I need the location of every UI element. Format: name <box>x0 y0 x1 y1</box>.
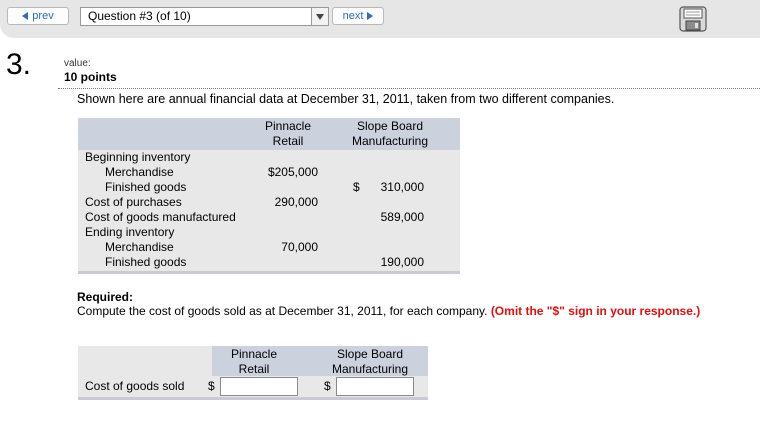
prev-button-label: prev <box>32 10 54 22</box>
next-button[interactable]: next <box>332 7 384 25</box>
value-label: value: <box>64 58 91 69</box>
question-select-value: Question #3 (of 10) <box>88 9 191 23</box>
question-select[interactable]: Question #3 (of 10) <box>80 7 329 26</box>
cell-value: 310,000 <box>380 180 424 194</box>
row-label: Cost of goods manufactured <box>85 210 236 224</box>
required-text: Compute the cost of goods sold as at Dec… <box>77 304 488 318</box>
dollar-sign: $ <box>324 379 331 393</box>
required-instructions: Compute the cost of goods sold as at Dec… <box>77 304 727 318</box>
col-header-slope-board: Slope Board Manufacturing <box>351 119 429 148</box>
row-label: Merchandise <box>105 240 174 254</box>
answer-row-label: Cost of goods sold <box>85 379 185 393</box>
left-arrow-icon <box>22 12 29 20</box>
required-note: (Omit the "$" sign in your response.) <box>490 304 701 318</box>
next-button-label: next <box>342 10 364 22</box>
row-label: Beginning inventory <box>85 150 191 164</box>
row-label: Finished goods <box>105 255 187 269</box>
answer-table: Pinnacle Retail Slope Board Manufacturing … <box>78 346 428 400</box>
table-footer-rule <box>78 271 460 274</box>
question-intro: Shown here are annual financial data at … <box>77 92 615 106</box>
row-label: Ending inventory <box>85 225 175 239</box>
required-heading: Required: <box>77 290 134 304</box>
dollar-sign: $ <box>208 379 215 393</box>
cell-value: 70,000 <box>281 240 318 254</box>
chevron-down-icon[interactable] <box>311 8 328 25</box>
financial-data-table: Pinnacle Retail Slope Board Manufacturing … <box>78 118 460 274</box>
row-label: Merchandise <box>105 165 174 179</box>
prev-button[interactable]: prev <box>7 7 69 25</box>
answer-footer-rule <box>78 397 428 400</box>
save-icon[interactable] <box>679 6 707 32</box>
cell-value: 190,000 <box>380 255 424 269</box>
answer-col-header-slope-board: Slope Board Manufacturing <box>331 347 409 376</box>
pinnacle-cogs-input[interactable] <box>220 377 298 396</box>
cell-value: 589,000 <box>380 210 424 224</box>
row-label: Finished goods <box>105 180 187 194</box>
answer-col-header-pinnacle: Pinnacle Retail <box>230 347 278 376</box>
question-nav-bar: prev Question #3 (of 10) next <box>0 0 760 38</box>
col-header-pinnacle: Pinnacle Retail <box>264 119 312 148</box>
cell-value: 290,000 <box>274 195 318 209</box>
cell-value: $205,000 <box>267 165 318 179</box>
slope-board-cogs-input[interactable] <box>336 377 414 396</box>
row-label: Cost of purchases <box>85 195 182 209</box>
divider <box>58 88 760 89</box>
question-number: 3. <box>6 48 32 81</box>
points-value: 10 points <box>64 70 117 84</box>
right-arrow-icon <box>367 12 374 20</box>
